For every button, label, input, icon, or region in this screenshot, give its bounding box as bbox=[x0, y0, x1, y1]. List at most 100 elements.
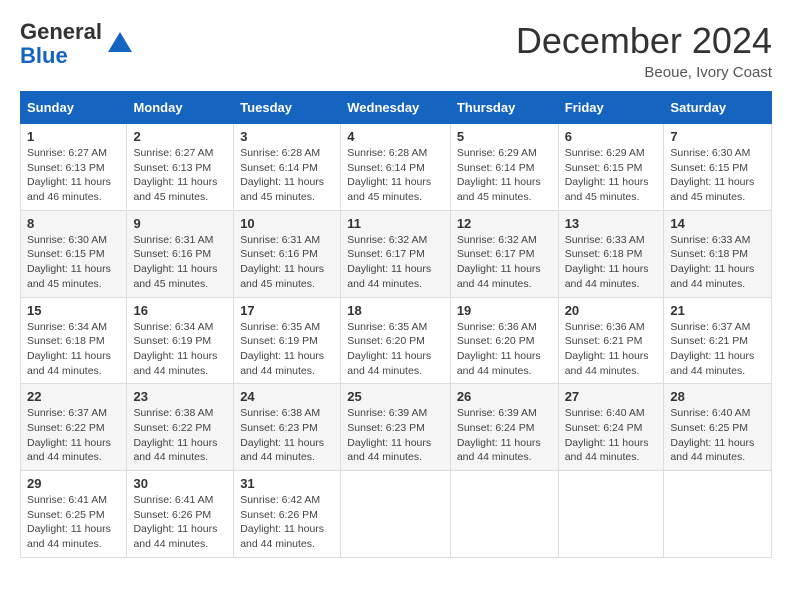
logo: General Blue bbox=[20, 20, 134, 68]
calendar-cell: 9Sunrise: 6:31 AMSunset: 6:16 PMDaylight… bbox=[127, 210, 234, 297]
day-number: 14 bbox=[670, 216, 765, 231]
day-number: 21 bbox=[670, 303, 765, 318]
day-number: 19 bbox=[457, 303, 552, 318]
calendar-cell: 29 Sunrise: 6:41 AMSunset: 6:25 PMDayligh… bbox=[21, 471, 127, 558]
day-info: Sunrise: 6:39 AMSunset: 6:24 PMDaylight:… bbox=[457, 406, 552, 465]
day-info: Sunrise: 6:34 AMSunset: 6:19 PMDaylight:… bbox=[133, 320, 227, 379]
day-number: 3 bbox=[240, 129, 334, 144]
day-number: 25 bbox=[347, 389, 444, 404]
weekday-header: Saturday bbox=[664, 92, 772, 124]
calendar-cell: 2 Sunrise: 6:27 AMSunset: 6:13 PMDaylight… bbox=[127, 124, 234, 211]
day-info: Sunrise: 6:33 AMSunset: 6:18 PMDaylight:… bbox=[565, 233, 658, 292]
day-info: Sunrise: 6:40 AMSunset: 6:24 PMDaylight:… bbox=[565, 406, 658, 465]
weekday-header: Wednesday bbox=[341, 92, 451, 124]
calendar-week-row: 22 Sunrise: 6:37 AMSunset: 6:22 PMDayligh… bbox=[21, 384, 772, 471]
weekday-header: Friday bbox=[558, 92, 664, 124]
calendar-cell: 8Sunrise: 6:30 AMSunset: 6:15 PMDaylight… bbox=[21, 210, 127, 297]
calendar-cell: 22 Sunrise: 6:37 AMSunset: 6:22 PMDayligh… bbox=[21, 384, 127, 471]
day-number: 2 bbox=[133, 129, 227, 144]
calendar-cell: 13 Sunrise: 6:33 AMSunset: 6:18 PMDayligh… bbox=[558, 210, 664, 297]
calendar-cell: 19 Sunrise: 6:36 AMSunset: 6:20 PMDayligh… bbox=[450, 297, 558, 384]
weekday-header: Sunday bbox=[21, 92, 127, 124]
calendar-cell: 16 Sunrise: 6:34 AMSunset: 6:19 PMDayligh… bbox=[127, 297, 234, 384]
day-info: Sunrise: 6:35 AMSunset: 6:20 PMDaylight:… bbox=[347, 320, 444, 379]
calendar-cell: 14 Sunrise: 6:33 AMSunset: 6:18 PMDayligh… bbox=[664, 210, 772, 297]
day-info: Sunrise: 6:28 AMSunset: 6:14 PMDaylight:… bbox=[240, 146, 334, 205]
calendar-cell: 5Sunrise: 6:29 AMSunset: 6:14 PMDaylight… bbox=[450, 124, 558, 211]
month-title: December 2024 bbox=[516, 20, 772, 62]
day-number: 17 bbox=[240, 303, 334, 318]
calendar-cell: 25Sunrise: 6:39 AMSunset: 6:23 PMDayligh… bbox=[341, 384, 451, 471]
day-info: Sunrise: 6:38 AMSunset: 6:23 PMDaylight:… bbox=[240, 406, 334, 465]
day-number: 6 bbox=[565, 129, 658, 144]
logo-blue: Blue bbox=[20, 43, 68, 68]
day-info: Sunrise: 6:27 AMSunset: 6:13 PMDaylight:… bbox=[133, 146, 227, 205]
calendar-cell: 4 Sunrise: 6:28 AMSunset: 6:14 PMDaylight… bbox=[341, 124, 451, 211]
day-number: 22 bbox=[27, 389, 120, 404]
day-number: 13 bbox=[565, 216, 658, 231]
calendar-cell: 12 Sunrise: 6:32 AMSunset: 6:17 PMDayligh… bbox=[450, 210, 558, 297]
day-number: 9 bbox=[133, 216, 227, 231]
day-number: 12 bbox=[457, 216, 552, 231]
calendar-week-row: 15 Sunrise: 6:34 AMSunset: 6:18 PMDayligh… bbox=[21, 297, 772, 384]
day-number: 1 bbox=[27, 129, 120, 144]
day-number: 15 bbox=[27, 303, 120, 318]
weekday-header: Tuesday bbox=[234, 92, 341, 124]
day-number: 23 bbox=[133, 389, 227, 404]
day-info: Sunrise: 6:36 AMSunset: 6:20 PMDaylight:… bbox=[457, 320, 552, 379]
calendar-cell: 15 Sunrise: 6:34 AMSunset: 6:18 PMDayligh… bbox=[21, 297, 127, 384]
calendar-cell bbox=[664, 471, 772, 558]
calendar-cell: 30 Sunrise: 6:41 AMSunset: 6:26 PMDayligh… bbox=[127, 471, 234, 558]
day-info: Sunrise: 6:35 AMSunset: 6:19 PMDaylight:… bbox=[240, 320, 334, 379]
calendar-week-row: 1 Sunrise: 6:27 AMSunset: 6:13 PMDaylight… bbox=[21, 124, 772, 211]
page-header: General Blue December 2024 Beoue, Ivory … bbox=[20, 20, 772, 81]
calendar-cell: 10Sunrise: 6:31 AMSunset: 6:16 PMDayligh… bbox=[234, 210, 341, 297]
calendar-week-row: 8Sunrise: 6:30 AMSunset: 6:15 PMDaylight… bbox=[21, 210, 772, 297]
calendar-body: 1 Sunrise: 6:27 AMSunset: 6:13 PMDaylight… bbox=[21, 124, 772, 558]
calendar-cell: 18 Sunrise: 6:35 AMSunset: 6:20 PMDayligh… bbox=[341, 297, 451, 384]
day-number: 28 bbox=[670, 389, 765, 404]
calendar-table: SundayMondayTuesdayWednesdayThursdayFrid… bbox=[20, 91, 772, 558]
day-number: 7 bbox=[670, 129, 765, 144]
day-number: 24 bbox=[240, 389, 334, 404]
day-number: 30 bbox=[133, 476, 227, 491]
day-info: Sunrise: 6:34 AMSunset: 6:18 PMDaylight:… bbox=[27, 320, 120, 379]
weekday-header: Thursday bbox=[450, 92, 558, 124]
day-info: Sunrise: 6:41 AMSunset: 6:26 PMDaylight:… bbox=[133, 493, 227, 552]
day-info: Sunrise: 6:42 AMSunset: 6:26 PMDaylight:… bbox=[240, 493, 334, 552]
day-number: 27 bbox=[565, 389, 658, 404]
day-number: 4 bbox=[347, 129, 444, 144]
day-info: Sunrise: 6:36 AMSunset: 6:21 PMDaylight:… bbox=[565, 320, 658, 379]
day-info: Sunrise: 6:31 AMSunset: 6:16 PMDaylight:… bbox=[240, 233, 334, 292]
location: Beoue, Ivory Coast bbox=[516, 64, 772, 81]
weekday-header: Monday bbox=[127, 92, 234, 124]
calendar-cell bbox=[450, 471, 558, 558]
calendar-cell: 1Sunrise: 6:27 AMSunset: 6:13 PMDaylight… bbox=[21, 124, 127, 211]
calendar-cell: 31Sunrise: 6:42 AMSunset: 6:26 PMDayligh… bbox=[234, 471, 341, 558]
day-info: Sunrise: 6:41 AMSunset: 6:25 PMDaylight:… bbox=[27, 493, 120, 552]
day-info: Sunrise: 6:40 AMSunset: 6:25 PMDaylight:… bbox=[670, 406, 765, 465]
day-info: Sunrise: 6:28 AMSunset: 6:14 PMDaylight:… bbox=[347, 146, 444, 205]
day-number: 26 bbox=[457, 389, 552, 404]
calendar-cell: 6Sunrise: 6:29 AMSunset: 6:15 PMDaylight… bbox=[558, 124, 664, 211]
day-number: 29 bbox=[27, 476, 120, 491]
calendar-header: SundayMondayTuesdayWednesdayThursdayFrid… bbox=[21, 92, 772, 124]
logo-general: General bbox=[20, 19, 102, 44]
day-info: Sunrise: 6:33 AMSunset: 6:18 PMDaylight:… bbox=[670, 233, 765, 292]
day-info: Sunrise: 6:37 AMSunset: 6:22 PMDaylight:… bbox=[27, 406, 120, 465]
calendar-week-row: 29 Sunrise: 6:41 AMSunset: 6:25 PMDayligh… bbox=[21, 471, 772, 558]
day-info: Sunrise: 6:29 AMSunset: 6:14 PMDaylight:… bbox=[457, 146, 552, 205]
day-number: 11 bbox=[347, 216, 444, 231]
calendar-cell: 27 Sunrise: 6:40 AMSunset: 6:24 PMDayligh… bbox=[558, 384, 664, 471]
day-info: Sunrise: 6:38 AMSunset: 6:22 PMDaylight:… bbox=[133, 406, 227, 465]
day-info: Sunrise: 6:32 AMSunset: 6:17 PMDaylight:… bbox=[457, 233, 552, 292]
calendar-cell: 3 Sunrise: 6:28 AMSunset: 6:14 PMDaylight… bbox=[234, 124, 341, 211]
calendar-cell bbox=[558, 471, 664, 558]
calendar-cell: 28 Sunrise: 6:40 AMSunset: 6:25 PMDayligh… bbox=[664, 384, 772, 471]
calendar-cell: 17 Sunrise: 6:35 AMSunset: 6:19 PMDayligh… bbox=[234, 297, 341, 384]
day-number: 18 bbox=[347, 303, 444, 318]
day-info: Sunrise: 6:30 AMSunset: 6:15 PMDaylight:… bbox=[670, 146, 765, 205]
header-row: SundayMondayTuesdayWednesdayThursdayFrid… bbox=[21, 92, 772, 124]
day-number: 16 bbox=[133, 303, 227, 318]
day-info: Sunrise: 6:32 AMSunset: 6:17 PMDaylight:… bbox=[347, 233, 444, 292]
